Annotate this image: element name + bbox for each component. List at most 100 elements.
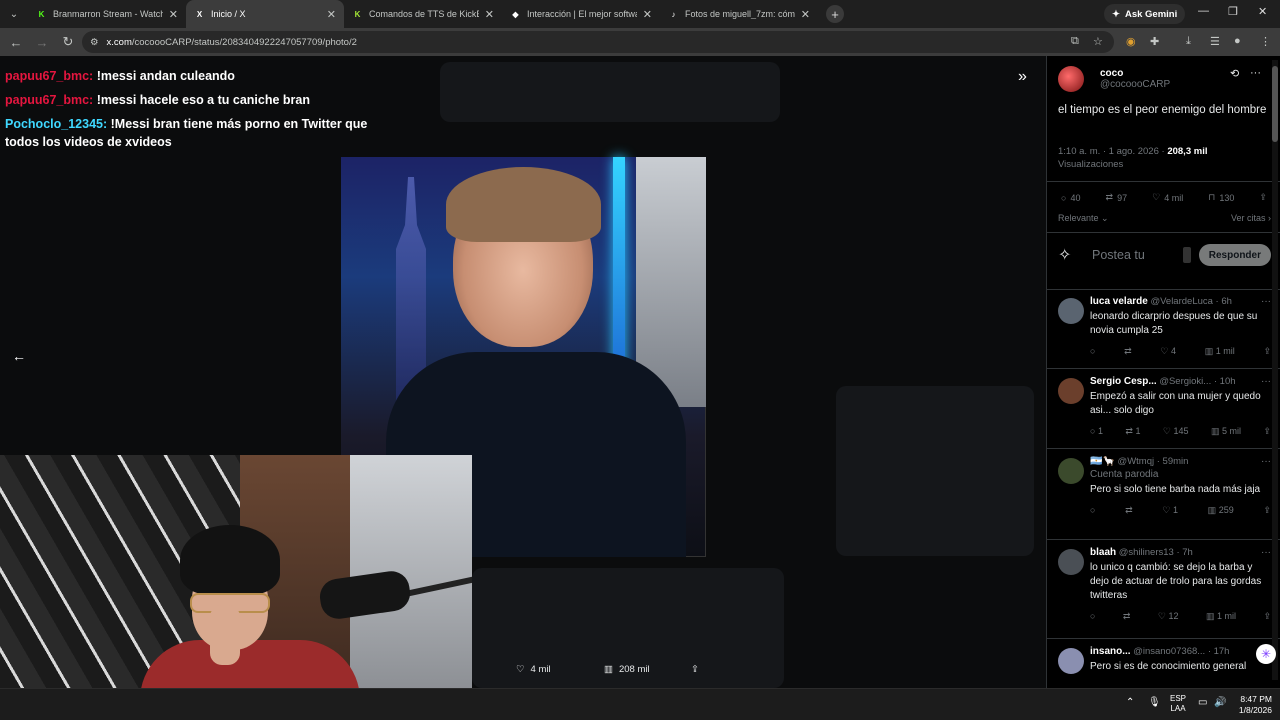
views-button[interactable]: ▥ 1 mil bbox=[1206, 611, 1236, 622]
reply-item[interactable]: Sergio Cesp... @Sergioki... · 10h ··· Empe… bbox=[1058, 376, 1271, 437]
more-options-icon[interactable]: ··· bbox=[1250, 67, 1261, 79]
site-info-icon[interactable]: ⚙ bbox=[90, 37, 99, 48]
more-options-icon[interactable]: ··· bbox=[1261, 456, 1271, 467]
network-icon[interactable]: ▭ bbox=[1198, 697, 1207, 708]
minimize-icon[interactable]: — bbox=[1198, 5, 1209, 17]
restore-icon[interactable]: ❐ bbox=[1228, 5, 1238, 18]
avatar[interactable] bbox=[1058, 66, 1084, 92]
window-close-icon[interactable]: ✕ bbox=[1258, 5, 1267, 18]
quotes-link[interactable]: Ver citas › bbox=[1231, 213, 1271, 224]
reply-item[interactable]: blaah @shiliners13 · 7h ··· lo unico q cam… bbox=[1058, 547, 1271, 622]
language-indicator[interactable]: ESP LAA bbox=[1170, 694, 1186, 714]
like-button[interactable]: ♡ 4 bbox=[1160, 346, 1176, 357]
tab-close-icon[interactable]: ✕ bbox=[485, 8, 494, 21]
tab-close-icon[interactable]: ✕ bbox=[801, 8, 810, 21]
grok-fab-icon[interactable]: ✳ bbox=[1256, 644, 1276, 664]
media-icon[interactable] bbox=[1182, 247, 1191, 263]
grok-icon[interactable]: ⟲ bbox=[1230, 67, 1239, 80]
reply-author-name[interactable]: luca velarde bbox=[1090, 296, 1148, 307]
avatar[interactable] bbox=[1058, 549, 1084, 575]
views-button[interactable]: ▥ 5 mil bbox=[1211, 426, 1241, 437]
more-options-icon[interactable]: ··· bbox=[1261, 376, 1271, 387]
like-button[interactable]: ♡ 1 bbox=[1162, 505, 1178, 516]
reply-item[interactable]: 🇦🇷🦙 @Wtmqj · 59min ··· Cuenta parodia Pero … bbox=[1058, 456, 1271, 516]
clock[interactable]: 8:47 PM 1/8/2026 bbox=[1232, 694, 1272, 716]
reply-input[interactable]: Postea tu bbox=[1092, 248, 1183, 262]
install-app-icon[interactable]: ⧉ bbox=[1071, 35, 1079, 48]
volume-icon[interactable]: 🔊 bbox=[1214, 697, 1226, 708]
reply-views-count: 1 mil bbox=[1215, 346, 1235, 356]
reply-author-name[interactable]: Sergio Cesp... bbox=[1090, 376, 1157, 387]
reply-item[interactable]: luca velarde @VelardeLuca · 6h ··· leonard… bbox=[1058, 296, 1271, 357]
reply-author-name[interactable]: 🇦🇷🦙 bbox=[1090, 456, 1115, 467]
scrollbar-thumb[interactable] bbox=[1272, 66, 1278, 142]
reading-list-icon[interactable]: ☰ bbox=[1210, 35, 1220, 48]
download-icon[interactable]: ⤓ bbox=[1186, 35, 1191, 48]
like-button[interactable]: ♡ 4 mil bbox=[1152, 192, 1183, 203]
share-button[interactable]: ⇪ bbox=[1263, 611, 1271, 622]
expand-sidebar-icon[interactable]: » bbox=[1018, 68, 1027, 86]
new-tab-button[interactable]: + bbox=[826, 5, 844, 23]
reply-button[interactable]: ○ bbox=[1090, 611, 1095, 622]
reply-submit-button[interactable]: Responder bbox=[1198, 244, 1271, 266]
microphone-icon[interactable]: 🎙 bbox=[1148, 697, 1161, 708]
extension-icon[interactable]: ◉ bbox=[1126, 35, 1136, 48]
ask-gemini-button[interactable]: ✦ Ask Gemini bbox=[1104, 4, 1186, 24]
address-bar[interactable]: ⚙ x.com/cocoooCARP/status/20834049222470… bbox=[82, 31, 1114, 53]
reply-author-name[interactable]: blaah bbox=[1090, 547, 1116, 558]
repost-button[interactable]: ⇄ bbox=[1124, 346, 1132, 357]
like-button[interactable]: ♡ 145 bbox=[1163, 426, 1189, 437]
avatar[interactable] bbox=[1058, 648, 1084, 674]
reply-author-name[interactable]: insano... bbox=[1090, 646, 1131, 657]
repost-button[interactable]: ⇄ bbox=[1125, 505, 1133, 516]
browser-tab[interactable]: K Branmarron Stream - Watch Li ✕ bbox=[28, 0, 186, 28]
tab-close-icon[interactable]: ✕ bbox=[169, 8, 178, 21]
reload-icon[interactable]: ↻ bbox=[56, 34, 80, 50]
repost-button[interactable]: ⇄ 97 bbox=[1106, 192, 1128, 203]
reply-button[interactable]: ○ bbox=[1090, 505, 1095, 516]
more-options-icon[interactable]: ··· bbox=[1261, 547, 1271, 558]
share-button[interactable]: ⇪ bbox=[1263, 505, 1271, 516]
tweet-author[interactable]: coco @cocoooCARP bbox=[1058, 66, 1170, 92]
photo-views-count: 208 mil bbox=[618, 664, 650, 675]
repost-button[interactable]: ⇄ 1 bbox=[1125, 426, 1140, 437]
more-options-icon[interactable]: ··· bbox=[1261, 296, 1271, 307]
tab-search-menu-icon[interactable]: ⌄ bbox=[0, 0, 28, 28]
views-button[interactable]: ▥ 259 bbox=[1208, 505, 1234, 516]
tab-close-icon[interactable]: ✕ bbox=[327, 8, 336, 21]
browser-tab[interactable]: ◆ Interacción | El mejor software d ✕ bbox=[502, 0, 660, 28]
share-button[interactable]: ⇪ bbox=[1263, 346, 1271, 357]
browser-menu-icon[interactable]: ⋮ bbox=[1260, 35, 1271, 48]
sort-dropdown[interactable]: Relevante ⌄ bbox=[1058, 213, 1109, 224]
forward-icon[interactable]: → bbox=[30, 35, 54, 50]
share-button[interactable]: ⇪ bbox=[1263, 426, 1271, 437]
reply-button[interactable]: ○ 40 bbox=[1061, 192, 1080, 203]
reply-item[interactable]: insano... @insano07368... · 17h···Pero s… bbox=[1058, 646, 1271, 674]
photo-like-button[interactable]: ♡ 4 mil bbox=[516, 664, 551, 675]
extensions-puzzle-icon[interactable]: ✚ bbox=[1150, 35, 1159, 48]
reply-button[interactable]: ○ 1 bbox=[1090, 426, 1103, 437]
divider bbox=[1047, 539, 1280, 540]
like-button[interactable]: ♡ 12 bbox=[1158, 611, 1179, 622]
bookmark-star-icon[interactable]: ☆ bbox=[1093, 35, 1103, 48]
parody-label: Cuenta parodia bbox=[1090, 469, 1159, 480]
reply-button[interactable]: ○ bbox=[1090, 346, 1095, 357]
avatar[interactable] bbox=[1058, 378, 1084, 404]
views-button[interactable]: ▥ 1 mil bbox=[1205, 346, 1235, 357]
back-icon[interactable]: ← bbox=[4, 35, 28, 50]
tray-chevron-up-icon[interactable]: ⌃ bbox=[1126, 697, 1134, 708]
share-button[interactable]: ⇪ bbox=[1259, 192, 1267, 203]
previous-photo-icon[interactable]: ← bbox=[12, 348, 26, 364]
browser-tab[interactable]: ♪ Fotos de miguell_7zm: cómo en ✕ bbox=[660, 0, 818, 28]
browser-tab[interactable]: X Inicio / X ✕ bbox=[186, 0, 344, 28]
profile-avatar-icon[interactable]: ● bbox=[1234, 35, 1241, 47]
photo-views-button[interactable]: ▥ 208 mil bbox=[604, 664, 650, 675]
avatar[interactable] bbox=[1058, 298, 1084, 324]
avatar[interactable] bbox=[1058, 458, 1084, 484]
bookmark-button[interactable]: ⊓ 130 bbox=[1208, 192, 1234, 203]
sidebar-scrollbar[interactable] bbox=[1272, 60, 1278, 680]
tab-close-icon[interactable]: ✕ bbox=[643, 8, 652, 21]
browser-tab[interactable]: K Comandos de TTS de KickBot ✕ bbox=[344, 0, 502, 28]
photo-share-button[interactable]: ⇪ bbox=[691, 664, 699, 675]
repost-button[interactable]: ⇄ bbox=[1123, 611, 1131, 622]
